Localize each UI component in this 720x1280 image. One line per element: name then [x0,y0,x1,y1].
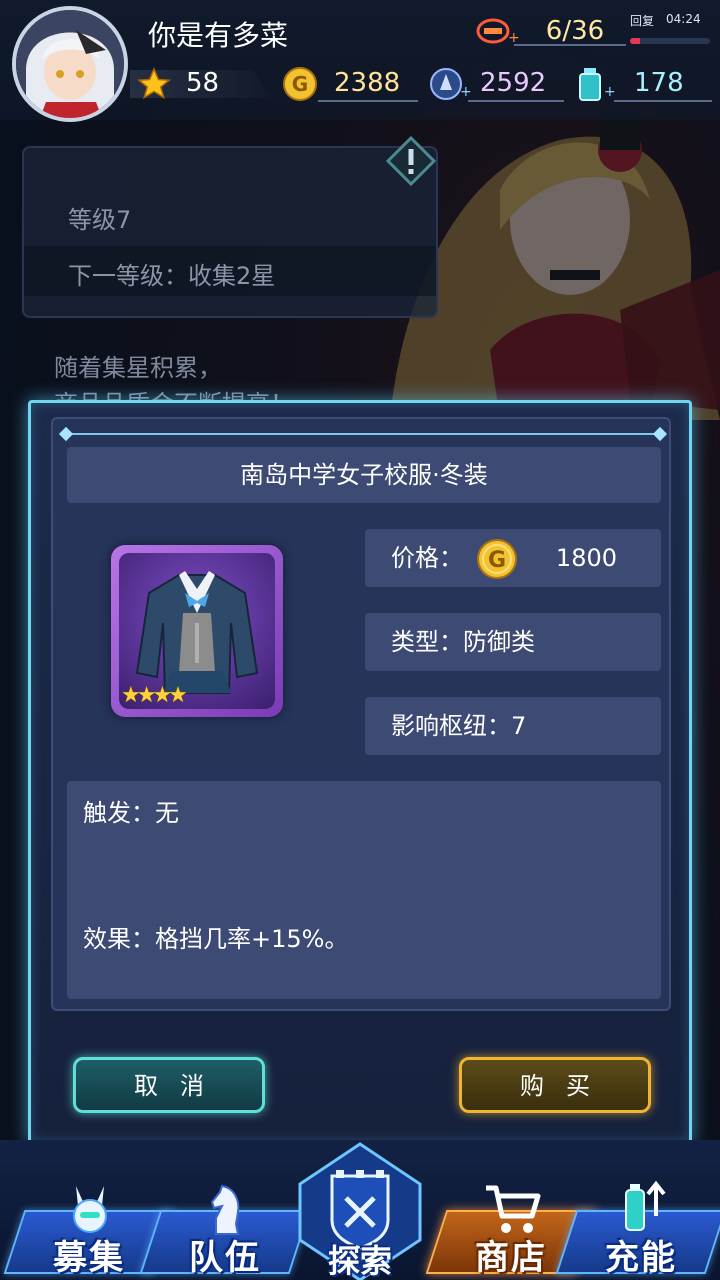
avatar-portrait [16,10,124,118]
nav-label-charge: 充能 [605,1238,677,1278]
nav-tab-charge[interactable]: 充能 [555,1176,720,1278]
energy-value: 178 [634,68,684,98]
divider-right-diamond [652,426,668,442]
stamina-underline [514,44,626,46]
item-name-bar: 南岛中学女子校服·冬装 [67,447,661,503]
energy-bottle-icon [579,68,601,101]
energy-add-icon[interactable]: + [604,84,616,100]
item-icon-frame: ★★★★ [111,545,283,717]
shop-level: 等级7 [68,206,132,234]
type-box: 类型：防御类 [365,613,661,671]
crystal-resource: + 2592 [428,64,566,104]
gold-value: 2388 [334,68,401,98]
bottom-nav: 募集 队伍 探索 商店 充能 [0,1140,720,1280]
star-icon [137,67,171,100]
recover-progress-bar [630,38,710,44]
energy-resource: + 178 [574,64,714,104]
gold-resource: G 2388 [282,64,418,104]
hub-box: 影响枢纽：7 [365,697,661,755]
buy-button[interactable]: 购买 [459,1057,651,1113]
cancel-button[interactable]: 取消 [73,1057,265,1113]
item-effect: 效果：格挡几率+15%。 [83,925,349,953]
svg-text:G: G [292,72,308,96]
player-avatar[interactable] [12,6,128,122]
purchase-dialog: 南岛中学女子校服·冬装 ★★★★ 价格： G 1800 类型：防御类 影响枢纽：… [28,400,692,1144]
nav-tab-team[interactable]: 队伍 [139,1176,311,1278]
price-label: 价格： [391,544,463,572]
crystal-add-icon[interactable]: + [460,84,472,100]
svg-text:G: G [488,548,506,573]
nav-label-team: 队伍 [189,1238,261,1278]
divider-left-diamond [58,426,74,442]
nav-label-explore: 探索 [327,1242,392,1280]
crystal-value: 2592 [480,68,547,98]
shop-description-line1: 随着集星积累， [54,354,222,382]
recover-progress-fill [630,38,640,44]
effect-box: 触发：无 效果：格挡几率+15%。 [67,781,661,999]
crystal-icon [430,68,462,100]
top-hud: 你是有多菜 + 6/36 回复 04:24 58 G 2388 + 2592 +… [0,0,720,122]
price-value: 1800 [555,544,617,572]
crystal-underline [468,100,564,102]
gold-coin-icon: G [283,67,317,101]
recover-label: 回复 [630,14,655,28]
stars-value: 58 [186,68,220,98]
dialog-top-divider [67,433,659,435]
item-hub: 影响枢纽：7 [391,712,527,740]
player-name: 你是有多菜 [148,19,289,52]
recover-timer: 04:24 [666,12,701,26]
warning-icon [386,136,436,186]
stamina-icon [476,18,510,44]
price-box: 价格： G 1800 [365,529,661,587]
gold-underline [318,100,418,102]
stars-resource: 58 [130,64,270,104]
dialog-content-panel: 南岛中学女子校服·冬装 ★★★★ 价格： G 1800 类型：防御类 影响枢纽：… [51,417,671,1011]
item-type: 类型：防御类 [391,628,535,656]
energy-underline [614,100,712,102]
stamina-value: 6/36 [545,16,605,46]
gold-coin-icon: G [477,539,517,579]
shop-level-panel: 等级7 下一等级：收集2星 [22,146,438,318]
item-name: 南岛中学女子校服·冬装 [240,461,488,489]
nav-tab-recruit[interactable]: 募集 [3,1176,175,1278]
nav-tab-explore[interactable]: 探索 [292,1140,428,1280]
item-rarity-stars: ★★★★ [121,683,188,708]
item-trigger: 触发：无 [83,799,179,827]
next-level-requirement: 下一等级：收集2星 [68,262,276,290]
